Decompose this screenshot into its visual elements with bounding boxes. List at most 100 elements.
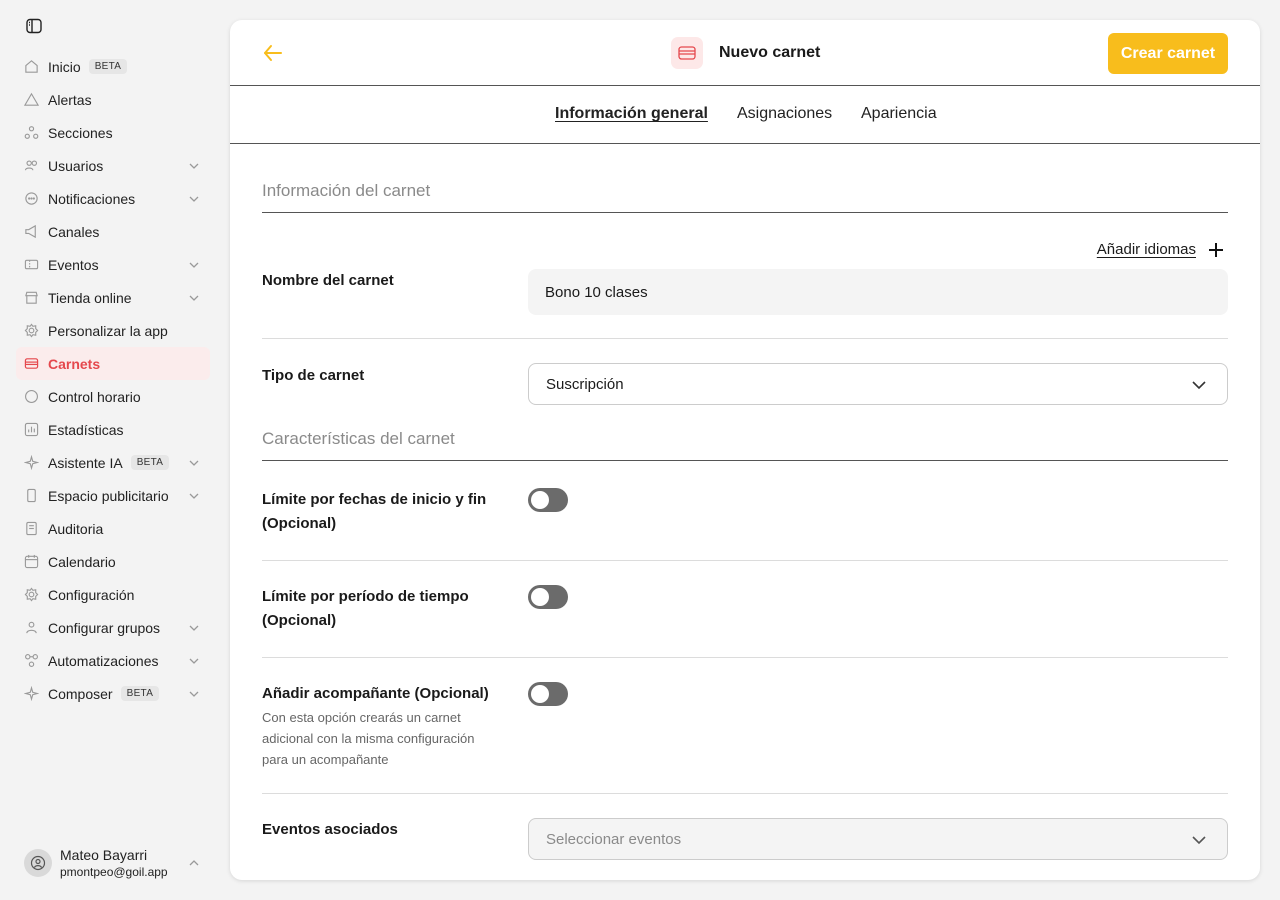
sidebar-nav: Inicio BETA Alertas Secciones Usuarios N…: [16, 50, 210, 710]
sidebar-item-label: Tienda online: [48, 289, 132, 306]
user-icon: [30, 855, 46, 871]
add-languages-label: Añadir idiomas: [1096, 241, 1196, 258]
chevron-down-icon[interactable]: [188, 160, 200, 172]
user-profile[interactable]: Mateo Bayarri pmontpeo@goil.app: [24, 843, 204, 883]
sidebar-item-label: Configuración: [48, 586, 135, 603]
sidebar-item-asistente-ia[interactable]: Asistente IA BETA: [16, 446, 210, 479]
sparkle-icon: [24, 686, 39, 701]
megaphone-icon: [24, 224, 39, 239]
sidebar-item-label: Configurar grupos: [48, 619, 161, 636]
card-type-select[interactable]: Suscripción: [528, 363, 1228, 405]
sidebar-item-composer[interactable]: Composer BETA: [16, 677, 210, 710]
main-panel: Nuevo carnet Crear carnet Información ge…: [230, 20, 1260, 880]
user-name: Mateo Bayarri: [60, 847, 148, 863]
clock-icon: [24, 389, 39, 404]
avatar: [24, 849, 52, 877]
beta-badge: BETA: [120, 686, 160, 701]
tab-bar: Información general Asignaciones Aparien…: [230, 86, 1260, 144]
chevron-down-icon[interactable]: [188, 490, 200, 502]
form-row-name: Añadir idiomas Nombre del carnet Bono 10…: [262, 213, 1228, 339]
limit-period-toggle[interactable]: [528, 585, 568, 609]
gear-icon: [24, 323, 39, 338]
create-card-button[interactable]: Crear carnet: [1108, 33, 1228, 74]
sidebar: Inicio BETA Alertas Secciones Usuarios N…: [0, 0, 220, 900]
home-icon: [24, 59, 39, 74]
toggle-knob: [531, 685, 549, 703]
sidebar-item-label: Canales: [48, 223, 100, 240]
beta-badge: BETA: [88, 59, 128, 74]
events-label: Eventos asociados: [262, 821, 398, 838]
sidebar-item-label: Espacio publicitario: [48, 487, 169, 504]
chevron-down-icon[interactable]: [188, 622, 200, 634]
form-row-type: Tipo de carnet Suscripción: [262, 339, 1228, 433]
card-name-input[interactable]: Bono 10 clases: [528, 269, 1228, 315]
sidebar-item-label: Asistente IA: [48, 454, 123, 471]
chart-icon: [24, 422, 39, 437]
back-arrow-icon[interactable]: [262, 43, 284, 63]
form-row-limit-period: Límite por período de tiempo (Opcional): [262, 561, 1228, 658]
ticket-icon: [24, 257, 39, 272]
companion-toggle[interactable]: [528, 682, 568, 706]
sidebar-item-label: Personalizar la app: [48, 322, 168, 339]
section-heading-info: Información del carnet: [262, 145, 1228, 213]
chevron-down-icon[interactable]: [188, 457, 200, 469]
sidebar-item-estadisticas[interactable]: Estadísticas: [16, 413, 210, 446]
beta-badge: BETA: [130, 455, 170, 470]
sidebar-item-label: Carnets: [48, 355, 101, 372]
sidebar-item-usuarios[interactable]: Usuarios: [16, 149, 210, 182]
page-title-group: Nuevo carnet: [671, 37, 820, 69]
toggle-knob: [531, 491, 549, 509]
users-icon: [24, 158, 39, 173]
chevron-down-icon[interactable]: [188, 292, 200, 304]
companion-description: Con esta opción crearás un carnet adicio…: [262, 710, 475, 767]
events-placeholder: Seleccionar eventos: [546, 830, 682, 848]
sidebar-item-carnets[interactable]: Carnets: [16, 347, 210, 380]
plus-icon: [1209, 242, 1223, 257]
chevron-down-icon[interactable]: [188, 193, 200, 205]
sidebar-item-personalizar[interactable]: Personalizar la app: [16, 314, 210, 347]
sidebar-item-espacio-publicitario[interactable]: Espacio publicitario: [16, 479, 210, 512]
sidebar-item-label: Auditoria: [48, 520, 104, 537]
sections-icon: [24, 125, 39, 140]
sidebar-item-automatizaciones[interactable]: Automatizaciones: [16, 644, 210, 677]
sidebar-item-canales[interactable]: Canales: [16, 215, 210, 248]
sidebar-item-auditoria[interactable]: Auditoria: [16, 512, 210, 545]
header-bar: Nuevo carnet Crear carnet: [230, 20, 1260, 86]
chevron-down-icon[interactable]: [188, 259, 200, 271]
sidebar-toggle-icon[interactable]: [26, 18, 42, 34]
sidebar-item-label: Eventos: [48, 256, 99, 273]
tab-asignaciones[interactable]: Asignaciones: [737, 105, 832, 123]
sidebar-item-alertas[interactable]: Alertas: [16, 83, 210, 116]
chevron-down-icon[interactable]: [188, 688, 200, 700]
card-icon: [671, 37, 703, 69]
sidebar-item-eventos[interactable]: Eventos: [16, 248, 210, 281]
sidebar-item-secciones[interactable]: Secciones: [16, 116, 210, 149]
alert-icon: [24, 92, 39, 107]
tab-informacion-general[interactable]: Información general: [555, 105, 708, 123]
page-title: Nuevo carnet: [719, 44, 821, 61]
events-select[interactable]: Seleccionar eventos: [528, 818, 1228, 860]
shop-icon: [24, 290, 39, 305]
chat-icon: [24, 191, 39, 206]
chevron-up-icon[interactable]: [188, 857, 200, 869]
limit-dates-toggle[interactable]: [528, 488, 568, 512]
toggle-knob: [531, 588, 549, 606]
sidebar-item-configuracion[interactable]: Configuración: [16, 578, 210, 611]
sidebar-item-configurar-grupos[interactable]: Configurar grupos: [16, 611, 210, 644]
sidebar-item-control-horario[interactable]: Control horario: [16, 380, 210, 413]
sidebar-item-label: Composer: [48, 685, 113, 702]
chevron-down-icon[interactable]: [188, 655, 200, 667]
sidebar-item-calendario[interactable]: Calendario: [16, 545, 210, 578]
sidebar-item-label: Calendario: [48, 553, 116, 570]
card-icon: [24, 356, 39, 371]
sidebar-item-tienda-online[interactable]: Tienda online: [16, 281, 210, 314]
sidebar-item-label: Control horario: [48, 388, 141, 405]
sidebar-item-inicio[interactable]: Inicio BETA: [16, 50, 210, 83]
sidebar-item-notificaciones[interactable]: Notificaciones: [16, 182, 210, 215]
add-languages-link[interactable]: Añadir idiomas: [1097, 241, 1224, 258]
form-row-companion: Añadir acompañante (Opcional) Con esta o…: [262, 658, 1228, 794]
sidebar-item-label: Automatizaciones: [48, 652, 159, 669]
sidebar-item-label: Inicio: [48, 58, 81, 75]
form-content: Información del carnet Añadir idiomas No…: [262, 145, 1228, 874]
tab-apariencia[interactable]: Apariencia: [861, 105, 937, 123]
